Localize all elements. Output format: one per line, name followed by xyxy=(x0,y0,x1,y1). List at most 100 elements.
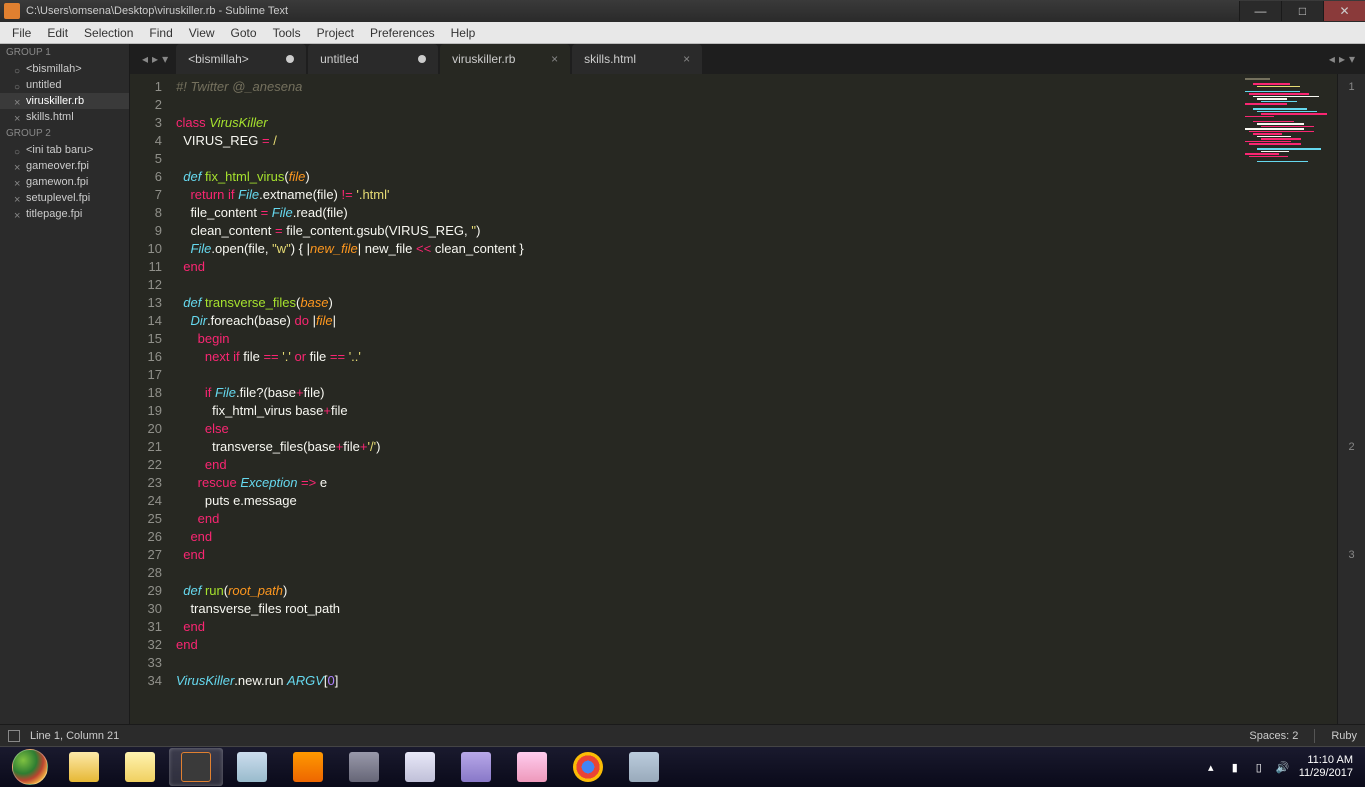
close-icon xyxy=(14,162,22,170)
taskbar-item-notepad[interactable] xyxy=(393,748,447,786)
dirty-icon xyxy=(14,146,22,154)
indent-setting[interactable]: Spaces: 2 xyxy=(1249,730,1298,742)
code-editor[interactable]: #! Twitter @_anesena class VirusKiller V… xyxy=(172,74,1237,724)
taskbar-item-keyboard[interactable] xyxy=(617,748,671,786)
paint-icon xyxy=(237,752,267,782)
minimap[interactable] xyxy=(1237,74,1337,724)
tab-prev-icon[interactable]: ◂ xyxy=(1329,52,1335,66)
snip-icon xyxy=(517,752,547,782)
maximize-button[interactable]: □ xyxy=(1281,1,1323,21)
taskbar-item-blender[interactable] xyxy=(281,748,335,786)
start-button[interactable] xyxy=(4,748,56,786)
fold-marker[interactable]: 1 xyxy=(1338,78,1365,96)
tray-up-icon[interactable]: ▴ xyxy=(1203,759,1219,775)
fold-marker[interactable]: 2 xyxy=(1338,438,1365,456)
sidebar-file[interactable]: skills.html xyxy=(0,109,129,125)
menu-selection[interactable]: Selection xyxy=(76,24,141,42)
keyboard-icon xyxy=(629,752,659,782)
menu-help[interactable]: Help xyxy=(443,24,484,42)
tab[interactable]: untitled xyxy=(308,44,438,74)
minimap-content xyxy=(1245,78,1329,163)
close-icon xyxy=(14,178,22,186)
network-icon[interactable]: ▯ xyxy=(1251,759,1267,775)
tab-bar: ◂ ▸ ▾ <bismillah> untitled viruskiller.r… xyxy=(130,44,1365,74)
sidebar-file[interactable]: titlepage.fpi xyxy=(0,206,129,222)
dirty-icon xyxy=(286,55,294,63)
tab-next-icon[interactable]: ▸ xyxy=(152,52,158,66)
taskbar-item-editor[interactable] xyxy=(449,748,503,786)
sidebar: GROUP 1 <bismillah> untitled viruskiller… xyxy=(0,44,130,724)
file-label: titlepage.fpi xyxy=(26,208,82,220)
panel-icon[interactable] xyxy=(8,730,20,742)
volume-icon[interactable]: 🔊 xyxy=(1275,759,1291,775)
tray-clock[interactable]: 11:10 AM 11/29/2017 xyxy=(1299,754,1353,780)
clock-date: 11/29/2017 xyxy=(1299,767,1353,780)
tab-close-icon[interactable]: × xyxy=(683,52,690,66)
taskbar-item-snip[interactable] xyxy=(505,748,559,786)
tab-label: viruskiller.rb xyxy=(452,52,515,66)
taskbar-item-chrome[interactable] xyxy=(561,748,615,786)
editor-area: ◂ ▸ ▾ <bismillah> untitled viruskiller.r… xyxy=(130,44,1365,724)
menu-file[interactable]: File xyxy=(4,24,39,42)
file-label: <bismillah> xyxy=(26,63,82,75)
sidebar-file[interactable]: gameover.fpi xyxy=(0,158,129,174)
sidebar-file[interactable]: untitled xyxy=(0,77,129,93)
battery-icon[interactable]: ▮ xyxy=(1227,759,1243,775)
statusbar: Line 1, Column 21 Spaces: 2 Ruby xyxy=(0,724,1365,746)
file-label: <ini tab baru> xyxy=(26,144,93,156)
taskbar-item-paint[interactable] xyxy=(225,748,279,786)
menu-find[interactable]: Find xyxy=(141,24,180,42)
tab-label: untitled xyxy=(320,52,359,66)
notepad-icon xyxy=(405,752,435,782)
window-title: C:\Users\omsena\Desktop\viruskiller.rb -… xyxy=(26,5,288,17)
taskbar-item-explorer[interactable] xyxy=(57,748,111,786)
file-label: skills.html xyxy=(26,111,74,123)
close-button[interactable]: ✕ xyxy=(1323,1,1365,21)
titlebar: C:\Users\omsena\Desktop\viruskiller.rb -… xyxy=(0,0,1365,22)
line-gutter: 1234567891011121314151617181920212223242… xyxy=(130,74,172,724)
tab-dropdown-icon[interactable]: ▾ xyxy=(1349,52,1355,66)
sublime-icon xyxy=(181,752,211,782)
window-controls: — □ ✕ xyxy=(1239,1,1365,21)
group-header: GROUP 1 xyxy=(0,44,129,61)
sidebar-file[interactable]: <bismillah> xyxy=(0,61,129,77)
tab-next-icon[interactable]: ▸ xyxy=(1339,52,1345,66)
file-label: gameover.fpi xyxy=(26,160,89,172)
clock-time: 11:10 AM xyxy=(1299,754,1353,767)
sidebar-file[interactable]: <ini tab baru> xyxy=(0,142,129,158)
menu-goto[interactable]: Goto xyxy=(223,24,265,42)
tab-nav-right: ◂ ▸ ▾ xyxy=(1319,44,1365,74)
minimize-button[interactable]: — xyxy=(1239,1,1281,21)
close-icon xyxy=(14,194,22,202)
sidebar-file[interactable]: viruskiller.rb xyxy=(0,93,129,109)
tab[interactable]: skills.html× xyxy=(572,44,702,74)
menu-preferences[interactable]: Preferences xyxy=(362,24,443,42)
code-wrap: 1234567891011121314151617181920212223242… xyxy=(130,74,1365,724)
editor-icon xyxy=(461,752,491,782)
tab-close-icon[interactable]: × xyxy=(551,52,558,66)
taskbar-item-notes[interactable] xyxy=(113,748,167,786)
close-icon xyxy=(14,113,22,121)
file-label: gamewon.fpi xyxy=(26,176,88,188)
tab-dropdown-icon[interactable]: ▾ xyxy=(162,52,168,66)
blender-icon xyxy=(293,752,323,782)
sidebar-file[interactable]: setuplevel.fpi xyxy=(0,190,129,206)
taskbar-item-sublime[interactable] xyxy=(169,748,223,786)
tab-prev-icon[interactable]: ◂ xyxy=(142,52,148,66)
app-icon xyxy=(4,3,20,19)
dirty-icon xyxy=(14,65,22,73)
close-icon xyxy=(14,97,22,105)
status-right: Spaces: 2 Ruby xyxy=(1249,729,1357,743)
menu-tools[interactable]: Tools xyxy=(265,24,309,42)
menu-project[interactable]: Project xyxy=(309,24,362,42)
fold-marker[interactable]: 3 xyxy=(1338,546,1365,564)
separator xyxy=(1314,729,1315,743)
cursor-position[interactable]: Line 1, Column 21 xyxy=(30,730,119,742)
tab[interactable]: viruskiller.rb × xyxy=(440,44,570,74)
syntax-setting[interactable]: Ruby xyxy=(1331,730,1357,742)
taskbar-item-app[interactable] xyxy=(337,748,391,786)
sidebar-file[interactable]: gamewon.fpi xyxy=(0,174,129,190)
menu-view[interactable]: View xyxy=(181,24,223,42)
menu-edit[interactable]: Edit xyxy=(39,24,76,42)
tab[interactable]: <bismillah> xyxy=(176,44,306,74)
